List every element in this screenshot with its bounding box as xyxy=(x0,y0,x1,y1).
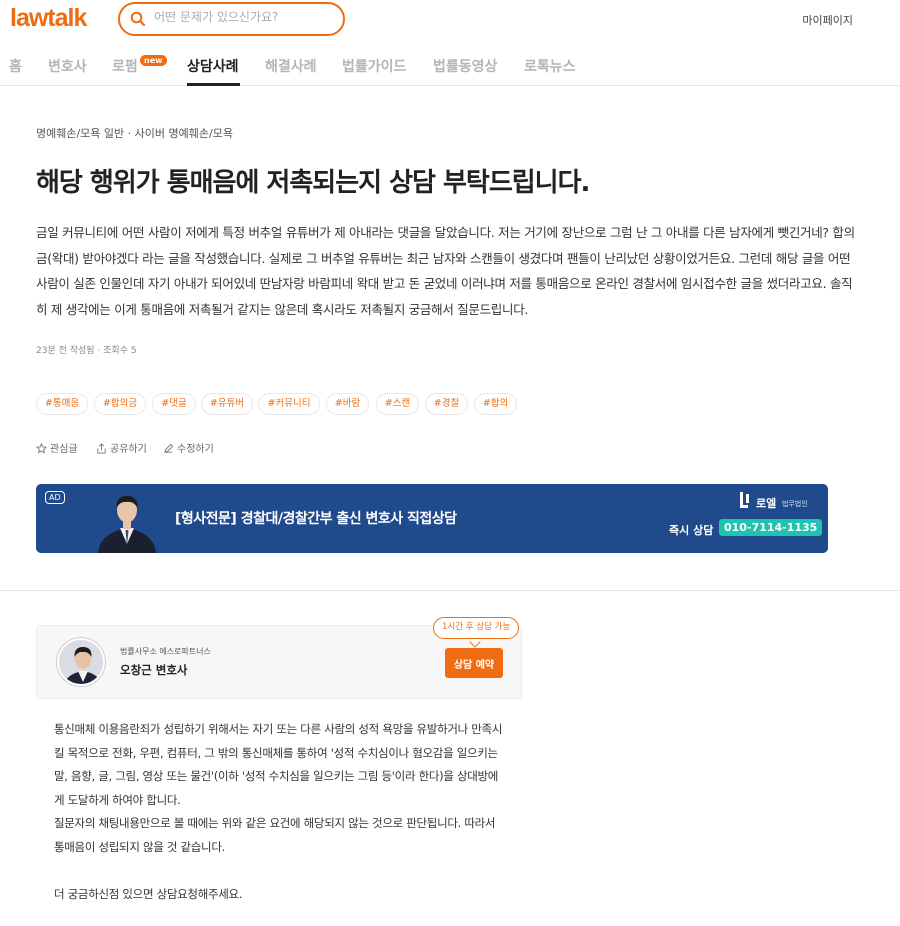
new-badge: new xyxy=(140,55,167,66)
tag[interactable]: #유튜버 xyxy=(201,393,253,415)
tag[interactable]: #합의 xyxy=(474,393,517,415)
search-box[interactable] xyxy=(118,2,345,36)
lawyer-firm: 법률사무소 에스로파트너스 xyxy=(120,647,211,656)
tag[interactable]: #커뮤니티 xyxy=(258,393,320,415)
reserve-consultation-button[interactable]: 상담 예약 xyxy=(445,648,503,678)
nav-item-legal-videos[interactable]: 법률동영상 xyxy=(433,56,497,76)
tag[interactable]: #댓글 xyxy=(152,393,196,415)
nav-item-home[interactable]: 홈 xyxy=(9,56,22,76)
lawyer-card: 법률사무소 에스로파트너스 오창근 변호사 1시간 후 상담 가능 상담 예약 xyxy=(36,617,522,699)
tag[interactable]: #경찰 xyxy=(425,393,468,415)
ad-banner[interactable]: AD [형사전문] 경찰대/경찰간부 출신 변호사 직접상담 로엘 법무법인 즉… xyxy=(36,484,828,553)
bookmark-label: 관심글 xyxy=(50,444,78,455)
availability-tooltip: 1시간 후 상담 가능 xyxy=(433,617,520,639)
mypage-link[interactable]: 마이페이지 xyxy=(802,12,853,28)
top-header: lawtalk 마이페이지 xyxy=(0,0,900,40)
category-breadcrumb[interactable]: 명예훼손/모욕 일반 · 사이버 명예훼손/모욕 xyxy=(36,125,233,141)
firm-name: 로엘 xyxy=(756,497,777,510)
firm-logo-icon xyxy=(740,492,749,508)
share-icon xyxy=(97,443,106,454)
tag[interactable]: #바람 xyxy=(326,393,369,415)
ad-badge: AD xyxy=(45,491,65,504)
answer-paragraph: 더 궁금하신점 있으면 상담요청해주세요. xyxy=(54,887,243,901)
lawyer-name[interactable]: 오창근 변호사 xyxy=(120,662,187,678)
tag[interactable]: #합의금 xyxy=(94,393,146,415)
tag[interactable]: #통매음 xyxy=(36,393,88,415)
answer-paragraph: 통신매체 이용음란죄가 성립하기 위해서는 자기 또는 다른 사람의 성적 욕망… xyxy=(54,722,503,807)
section-divider xyxy=(0,590,900,591)
nav-item-lawtalk-news[interactable]: 로톡뉴스 xyxy=(524,56,576,76)
search-input[interactable] xyxy=(154,10,334,24)
bookmark-button[interactable]: 관심글 xyxy=(35,440,78,455)
nav-item-legal-guide[interactable]: 법률가이드 xyxy=(342,56,406,76)
firm-type: 법무법인 xyxy=(782,500,808,508)
nav-item-consultations[interactable]: 상담사례 xyxy=(187,56,239,76)
question-title: 해당 행위가 통매음에 저촉되는지 상담 부탁드립니다. xyxy=(36,168,590,198)
ad-text: [형사전문] 경찰대/경찰간부 출신 변호사 직접상담 xyxy=(175,511,457,527)
call-label: 즉시 상담 xyxy=(669,524,714,537)
active-tab-indicator xyxy=(187,83,240,86)
edit-button[interactable]: 수정하기 xyxy=(163,440,214,455)
phone-number[interactable]: 010-7114-1135 xyxy=(719,519,823,536)
answer-body: 통신매체 이용음란죄가 성립하기 위해서는 자기 또는 다른 사람의 성적 욕망… xyxy=(54,718,504,907)
lawtalk-logo[interactable]: lawtalk xyxy=(10,4,87,33)
share-button[interactable]: 공유하기 xyxy=(96,440,147,455)
lawyer-photo xyxy=(98,496,156,553)
nav-item-solved-cases[interactable]: 해결사례 xyxy=(265,56,317,76)
lawyer-avatar[interactable] xyxy=(57,638,105,686)
nav-item-lawyers[interactable]: 변호사 xyxy=(48,56,87,76)
search-icon xyxy=(130,11,146,27)
question-meta: 23분 전 작성됨 · 조회수 5 xyxy=(36,346,137,356)
pencil-icon xyxy=(164,443,174,453)
question-body: 금일 커뮤니티에 어떤 사람이 저에게 특정 버추얼 유튜버가 제 아내라는 댓… xyxy=(36,225,855,317)
lawyer-photo xyxy=(59,640,103,684)
tag[interactable]: #스캔 xyxy=(376,393,419,415)
edit-label: 수정하기 xyxy=(177,444,214,455)
answer-paragraph: 질문자의 채팅내용만으로 볼 때에는 위와 같은 요건에 해당되지 않는 것으로… xyxy=(54,816,496,854)
nav-item-lawfirm[interactable]: 로펌 xyxy=(112,56,138,76)
main-nav: 홈 변호사 로펌 new 상담사례 해결사례 법률가이드 법률동영상 로톡뉴스 xyxy=(0,46,900,86)
share-label: 공유하기 xyxy=(110,444,147,455)
star-icon xyxy=(35,442,48,454)
